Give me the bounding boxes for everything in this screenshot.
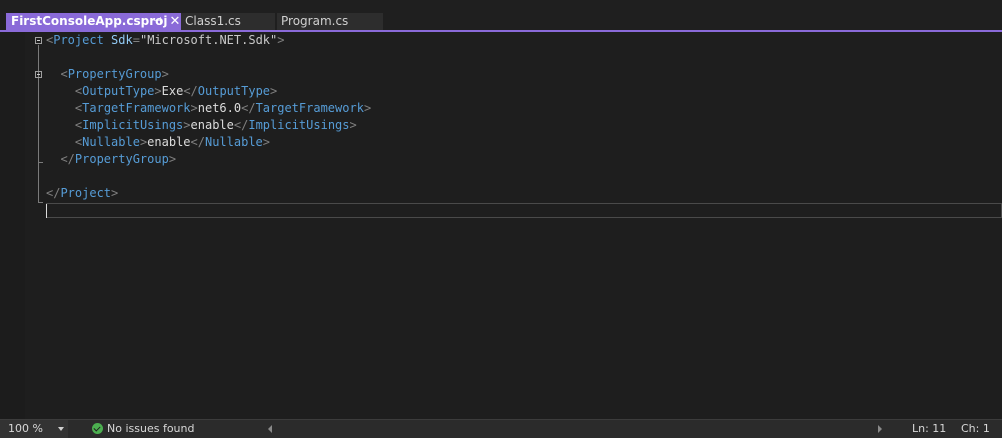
code-token-bracket: > <box>262 135 271 149</box>
implicitusings-line[interactable]: <ImplicitUsings>enable</ImplicitUsings> <box>46 117 371 134</box>
propertygroup-close-line[interactable]: </PropertyGroup> <box>46 151 371 168</box>
code-text[interactable]: <Project Sdk="Microsoft.NET.Sdk"> <Prope… <box>46 32 371 219</box>
code-token-tag: Nullable <box>204 135 263 149</box>
code-token-bracket: > <box>161 67 169 81</box>
code-token-text: enable <box>147 135 191 149</box>
document-tab-strip: FirstConsoleApp.csproj ⊣ ✕ Class1.cs Pro… <box>0 0 1002 32</box>
code-token-tag: PropertyGroup <box>74 152 169 166</box>
code-token-bracket: > <box>168 152 177 166</box>
issues-indicator[interactable]: No issues found <box>92 420 194 438</box>
code-token-bracket: > <box>183 118 191 132</box>
line-number-indicator[interactable]: Ln: 11 <box>912 420 946 438</box>
horizontal-scrollbar[interactable] <box>262 420 892 438</box>
code-token-eq: = <box>132 33 140 47</box>
tab-program-cs[interactable]: Program.cs <box>277 13 383 30</box>
fold-guide-end <box>38 162 43 163</box>
code-token-bracket: > <box>154 84 162 98</box>
status-bar: 100 % No issues found Ln: 11 Ch: 1 <box>0 419 1002 438</box>
fold-guide-line <box>38 79 39 163</box>
project-open-line[interactable]: <Project Sdk="Microsoft.NET.Sdk"> <box>46 32 371 49</box>
tab-class1-cs[interactable]: Class1.cs <box>181 13 275 30</box>
scroll-left-icon[interactable] <box>268 425 272 433</box>
code-token-tag: Nullable <box>82 135 140 149</box>
outputtype-line[interactable]: <OutputType>Exe</OutputType> <box>46 83 371 100</box>
code-token-bracket: </ <box>183 84 198 98</box>
code-token-bracket: > <box>270 84 278 98</box>
code-token-tag: TargetFramework <box>255 101 364 115</box>
code-token-text: net6.0 <box>197 101 242 115</box>
code-token-bracket: > <box>190 101 198 115</box>
targetframework-line[interactable]: <TargetFramework>net6.0</TargetFramework… <box>46 100 371 117</box>
project-close-line[interactable]: </Project> <box>46 185 371 202</box>
tab-label: FirstConsoleApp.csproj <box>11 14 168 28</box>
propertygroup-open-line[interactable]: <PropertyGroup> <box>46 66 371 83</box>
tab-label: Program.cs <box>281 14 349 28</box>
code-token-text: enable <box>190 118 234 132</box>
collapse-icon[interactable] <box>35 37 42 44</box>
nullable-line[interactable]: <Nullable>enable</Nullable> <box>46 134 371 151</box>
code-token-bracket: </ <box>241 101 256 115</box>
code-token-tag: ImplicitUsings <box>82 118 184 132</box>
column-number-indicator[interactable]: Ch: 1 <box>961 420 990 438</box>
close-icon[interactable]: ✕ <box>168 13 182 30</box>
code-token-tag: OutputType <box>82 84 155 98</box>
code-token-tag: ImplicitUsings <box>248 118 350 132</box>
zoom-dropdown[interactable]: 100 % <box>0 420 68 438</box>
collapse-icon[interactable] <box>35 71 42 78</box>
code-token-bracket: </ <box>46 186 61 200</box>
code-token-tag: PropertyGroup <box>67 67 162 81</box>
blank-line[interactable] <box>46 49 371 66</box>
fold-guide-end <box>38 202 43 203</box>
code-token-tag: Project <box>53 33 104 47</box>
tab-firstconsoleapp-csproj[interactable]: FirstConsoleApp.csproj ⊣ ✕ <box>6 13 182 30</box>
check-circle-icon <box>92 423 103 434</box>
code-token-bracket: > <box>277 33 285 47</box>
code-token-text: Exe <box>161 84 184 98</box>
code-token-tag: OutputType <box>197 84 271 98</box>
code-token-bracket: > <box>111 186 119 200</box>
scroll-right-icon[interactable] <box>878 425 882 433</box>
code-token-str: "Microsoft.NET.Sdk" <box>139 33 278 47</box>
code-editor[interactable]: <Project Sdk="Microsoft.NET.Sdk"> <Prope… <box>0 32 1002 419</box>
code-token-bracket: < <box>60 67 68 81</box>
code-token-tag: TargetFramework <box>82 101 191 115</box>
code-token-bracket: > <box>363 101 372 115</box>
pin-icon[interactable]: ⊣ <box>152 13 162 30</box>
code-token-tag: Project <box>60 186 112 200</box>
code-token-attr: Sdk <box>111 33 133 47</box>
current-line[interactable] <box>46 202 371 219</box>
tab-label: Class1.cs <box>185 14 241 28</box>
blank-line[interactable] <box>46 168 371 185</box>
issues-text: No issues found <box>107 422 195 435</box>
indicator-margin[interactable] <box>0 32 25 419</box>
zoom-level: 100 % <box>8 422 43 435</box>
chevron-down-icon <box>58 427 64 431</box>
code-token-bracket: </ <box>190 135 205 149</box>
code-token-bracket: </ <box>60 152 75 166</box>
code-token-bracket: </ <box>233 118 249 132</box>
outlining-margin <box>25 32 44 419</box>
code-token-bracket: > <box>349 118 357 132</box>
